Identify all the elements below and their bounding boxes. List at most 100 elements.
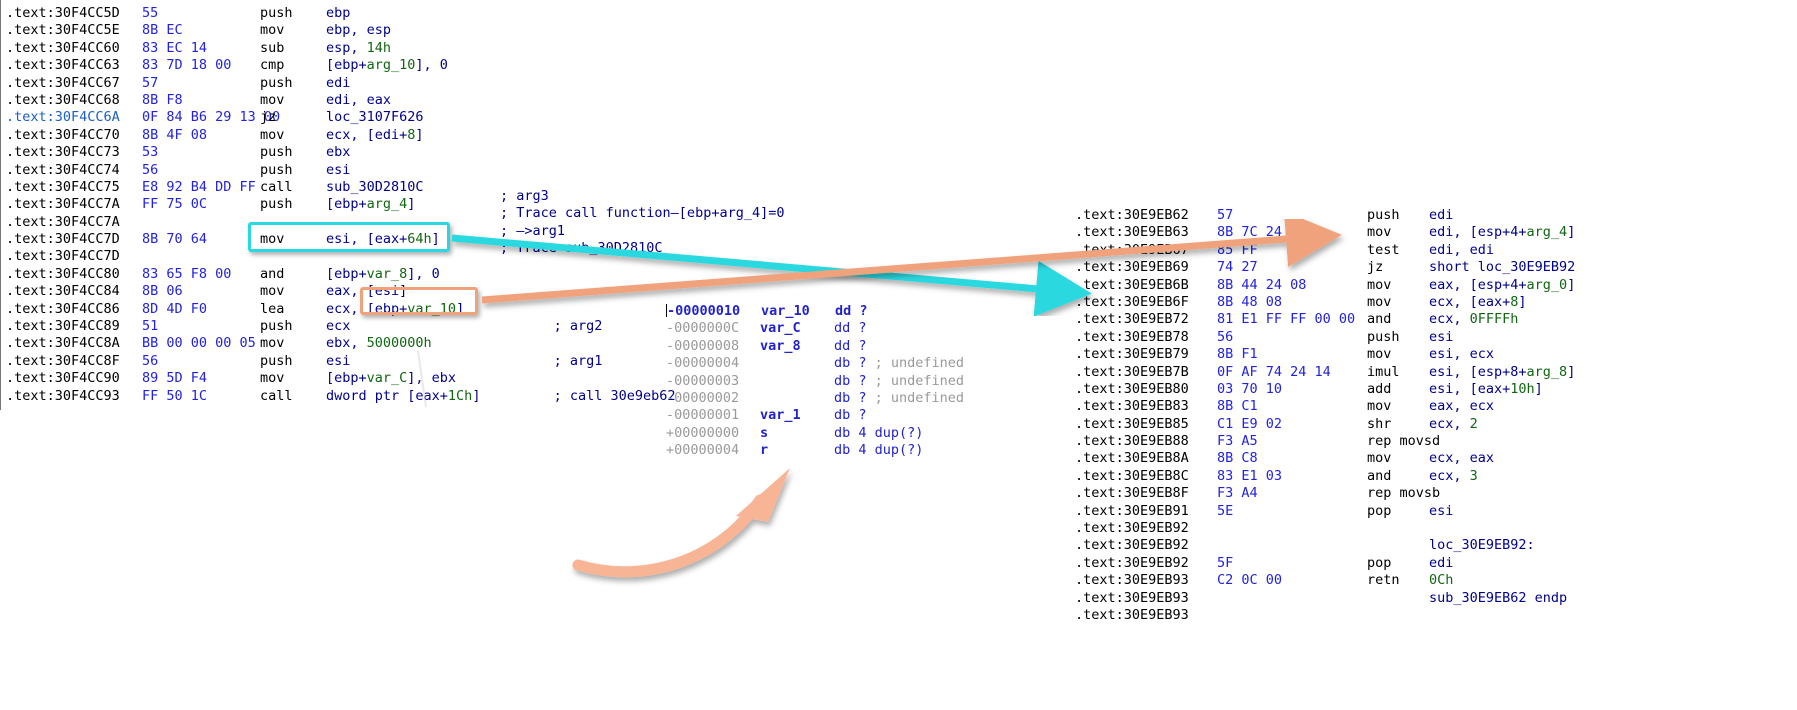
right-disassembly-listing[interactable]: .text:30E9EB62 57 push edi .text:30E9EB63 8B …: [1075, 207, 1575, 624]
disasm-row[interactable]: .text:30F4CC8F 56 push esi ; arg1: [6, 353, 676, 370]
stack-var-row[interactable]: -00000008 var_8 dd ?: [666, 338, 964, 355]
disasm-row[interactable]: .text:30E9EB62 57 push edi: [1075, 207, 1575, 224]
row-mnemonic: push: [260, 352, 293, 369]
row-operands: edi: [1429, 554, 1454, 571]
disasm-row[interactable]: .text:30F4CC70 8B 4F 08 mov ecx, [edi+8]: [6, 127, 676, 144]
row-mnemonic: mov: [260, 283, 285, 300]
row-opcode-bytes: 8B C8: [1217, 450, 1258, 467]
row-mnemonic: cmp: [260, 57, 285, 74]
row-mnemonic: add: [1367, 380, 1392, 397]
row-operands: ecx, 2: [1429, 415, 1478, 432]
row-mnemonic: retn: [1367, 572, 1400, 589]
disasm-row[interactable]: .text:30F4CC89 51 push ecx ; arg2: [6, 318, 676, 335]
row-opcode-bytes: 89 5D F4: [142, 370, 208, 387]
disasm-row[interactable]: .text:30F4CC63 83 7D 18 00 cmp [ebp+arg_10]…: [6, 57, 676, 74]
row-operands: esi, [eax+64h]: [326, 231, 440, 248]
row-mnemonic: pop: [1367, 554, 1392, 571]
stack-var-type: db ?: [834, 372, 867, 389]
disasm-row[interactable]: .text:30F4CC84 8B 06 mov eax, [esi]: [6, 283, 676, 300]
disasm-row[interactable]: .text:30F4CC68 8B F8 mov edi, eax: [6, 92, 676, 109]
row-address: .text:30F4CC8F: [6, 352, 120, 369]
stack-offset: -00000003: [666, 372, 740, 389]
disasm-row[interactable]: .text:30E9EB8F F3 A4 rep movsb: [1075, 485, 1575, 502]
disasm-row[interactable]: .text:30E9EB91 5E pop esi: [1075, 503, 1575, 520]
row-operands: ecx, 3: [1429, 467, 1478, 484]
disasm-row[interactable]: .text:30F4CC93 FF 50 1C call dword ptr [eax…: [6, 388, 676, 405]
disasm-row[interactable]: .text:30E9EB67 85 FF test edi, edi: [1075, 242, 1575, 259]
disasm-row[interactable]: .text:30F4CC5D 55 push ebp: [6, 5, 676, 22]
disasm-row[interactable]: .text:30E9EB83 8B C1 mov eax, ecx: [1075, 398, 1575, 415]
row-address: .text:30F4CC5E: [6, 22, 120, 39]
trace-comment-line: ; Trace call function—[ebp+arg_4]=0: [500, 205, 785, 222]
disasm-row[interactable]: .text:30F4CC6A 0F 84 B6 29 13 00jz loc_310…: [6, 109, 676, 126]
disasm-row[interactable]: .text:30F4CC8A BB 00 00 00 05 mov ebx, 5000…: [6, 335, 676, 352]
disasm-row[interactable]: .text:30F4CC73 53 push ebx: [6, 144, 676, 161]
row-opcode-bytes: 51: [142, 318, 159, 335]
trace-comment-line: ; Trace sub_30D2810C: [500, 240, 663, 257]
row-mnemonic: mov: [1367, 224, 1392, 241]
row-address: .text:30F4CC73: [6, 144, 120, 161]
disasm-row[interactable]: .text:30F4CC90 89 5D F4 mov [ebp+var_C], eb…: [6, 370, 676, 387]
row-address: .text:30F4CC63: [6, 57, 120, 74]
disasm-row[interactable]: .text:30E9EB79 8B F1 mov esi, ecx: [1075, 346, 1575, 363]
row-opcode-bytes: 03 70 10: [1217, 380, 1283, 397]
row-opcode-bytes: 8B 06: [142, 283, 183, 300]
disasm-row[interactable]: .text:30E9EB85 C1 E9 02 shr ecx, 2: [1075, 416, 1575, 433]
row-mnemonic: mov: [260, 370, 285, 387]
disasm-row[interactable]: .text:30E9EB88 F3 A5 rep movsd: [1075, 433, 1575, 450]
stack-var-row[interactable]: -00000001 var_1 db ?: [666, 407, 964, 424]
disasm-row[interactable]: .text:30F4CC80 83 65 F8 00 and [ebp+var_8],…: [6, 266, 676, 283]
stack-var-row[interactable]: -00000003 db ? ; undefined: [666, 373, 964, 390]
disasm-row[interactable]: .text:30E9EB63 8B 7C 24 0C mov edi, [esp+4+…: [1075, 224, 1575, 241]
stack-var-row[interactable]: -00000002 db ? ; undefined: [666, 390, 964, 407]
row-mnemonic: mov: [260, 335, 285, 352]
row-address: .text:30F4CC8A: [6, 335, 120, 352]
disasm-row[interactable]: .text:30E9EB80 03 70 10 add esi, [eax+10h]: [1075, 381, 1575, 398]
row-address: .text:30E9EB6F: [1075, 293, 1189, 310]
disasm-row[interactable]: .text:30F4CC60 83 EC 14 sub esp, 14h: [6, 40, 676, 57]
disasm-row[interactable]: .text:30E9EB8A 8B C8 mov ecx, eax: [1075, 450, 1575, 467]
stack-var-row[interactable]: -0000000C var_C dd ?: [666, 320, 964, 337]
disasm-row[interactable]: .text:30E9EB6B 8B 44 24 08 mov eax, [esp+4+…: [1075, 277, 1575, 294]
stack-var-row[interactable]: -00000004 db ? ; undefined: [666, 355, 964, 372]
row-mnemonic: mov: [260, 91, 285, 108]
disasm-row[interactable]: .text:30F4CC67 57 push edi: [6, 75, 676, 92]
row-mnemonic: pop: [1367, 502, 1392, 519]
disasm-row[interactable]: .text:30F4CC5E 8B EC mov ebp, esp: [6, 22, 676, 39]
disasm-row[interactable]: .text:30F4CC86 8D 4D F0 lea ecx, [ebp+var_1…: [6, 301, 676, 318]
stack-frame-variables-panel[interactable]: -00000010 var_10 dd ? -0000000C var_C dd ? -00…: [666, 303, 964, 460]
stack-offset: -00000008: [666, 337, 740, 354]
disasm-row[interactable]: .text:30E9EB93: [1075, 607, 1575, 624]
disasm-row[interactable]: .text:30F4CC74 56 push esi: [6, 162, 676, 179]
disasm-row[interactable]: .text:30E9EB92: [1075, 520, 1575, 537]
row-address: .text:30F4CC7A: [6, 196, 120, 213]
row-opcode-bytes: 83 E1 03: [1217, 467, 1283, 484]
row-operands: ebx: [326, 144, 351, 161]
row-opcode-bytes: 8B 44 24 08: [1217, 276, 1307, 293]
stack-var-name: r: [760, 442, 769, 459]
row-opcode-bytes: FF 75 0C: [142, 196, 208, 213]
disasm-row[interactable]: .text:30E9EB72 81 E1 FF FF 00 00 and ecx, 0…: [1075, 311, 1575, 328]
row-address: .text:30E9EB93: [1075, 589, 1189, 606]
disasm-row[interactable]: .text:30E9EB93 C2 0C 00 retn 0Ch: [1075, 572, 1575, 589]
row-opcode-bytes: 53: [142, 144, 159, 161]
disasm-row[interactable]: .text:30E9EB7B 0F AF 74 24 14 imul esi, [es…: [1075, 364, 1575, 381]
disasm-row[interactable]: .text:30E9EB93 sub_30E9EB62 endp: [1075, 590, 1575, 607]
disasm-row[interactable]: .text:30E9EB78 56 push esi: [1075, 329, 1575, 346]
disasm-row[interactable]: .text:30E9EB8C 83 E1 03 and ecx, 3: [1075, 468, 1575, 485]
row-operands: esi: [326, 352, 351, 369]
stack-var-row[interactable]: -00000010 var_10 dd ?: [666, 303, 964, 320]
row-address: .text:30E9EB67: [1075, 241, 1189, 258]
stack-var-name: var_10: [761, 303, 810, 319]
stack-var-row[interactable]: +00000004 r db 4 dup(?): [666, 442, 964, 459]
disasm-row[interactable]: .text:30E9EB92 5F pop edi: [1075, 555, 1575, 572]
row-operands: dword ptr [eax+1Ch]: [326, 387, 481, 404]
row-address: .text:30E9EB8F: [1075, 485, 1189, 502]
disasm-row[interactable]: .text:30E9EB69 74 27 jz short loc_30E9EB92: [1075, 259, 1575, 276]
row-address: .text:30E9EB69: [1075, 259, 1189, 276]
stack-var-row[interactable]: +00000000 s db 4 dup(?): [666, 425, 964, 442]
disasm-row[interactable]: .text:30E9EB92 loc_30E9EB92:: [1075, 537, 1575, 554]
row-address: .text:30E9EB63: [1075, 224, 1189, 241]
row-opcode-bytes: C2 0C 00: [1217, 572, 1283, 589]
disasm-row[interactable]: .text:30E9EB6F 8B 48 08 mov ecx, [eax+8]: [1075, 294, 1575, 311]
